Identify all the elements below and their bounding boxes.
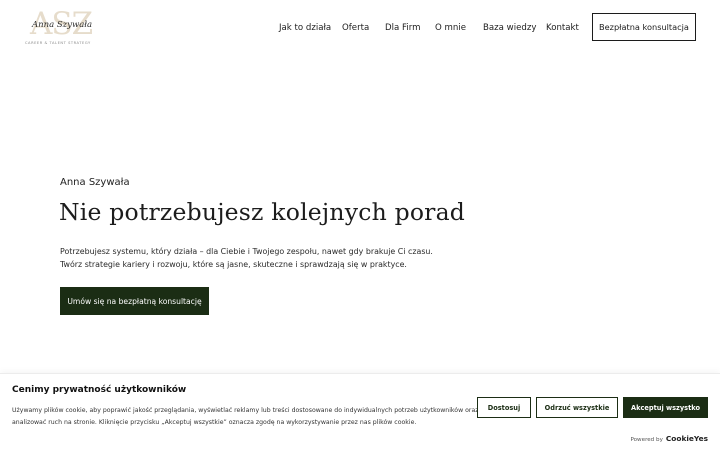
cookie-banner: Cenimy prywatność użytkowników Używamy p… — [0, 373, 720, 450]
logo-tagline: CAREER & TALENT STRATEGY — [25, 41, 91, 45]
hero-description-line: Twórz strategie kariery i rozwoju, które… — [60, 260, 407, 269]
cookie-reject-all-button[interactable]: Odrzuć wszystkie — [536, 397, 618, 418]
powered-by-label: Powered by — [630, 437, 663, 443]
nav-item-baza-wiedzy[interactable]: Baza wiedzy — [483, 20, 536, 36]
nav-item-kontakt[interactable]: Kontakt — [546, 20, 579, 36]
powered-by[interactable]: Powered by CookieYes — [630, 434, 708, 443]
cookie-customize-button[interactable]: Dostosuj — [477, 397, 531, 418]
site-header: ASZ Anna Szywała CAREER & TALENT STRATEG… — [0, 0, 720, 60]
free-consultation-button[interactable]: Bezpłatna konsultacja — [592, 13, 696, 41]
nav-item-oferta[interactable]: Oferta — [342, 20, 369, 36]
book-consultation-button[interactable]: Umów się na bezpłatną konsultację — [60, 287, 209, 315]
cookie-title: Cenimy prywatność użytkowników — [12, 385, 187, 395]
nav-item-jak-to-dziala[interactable]: Jak to działa — [279, 20, 331, 36]
cookieyes-logo: CookieYes — [665, 434, 708, 443]
hero-kicker: Anna Szywała — [60, 177, 130, 188]
nav-item-dla-firm[interactable]: Dla Firm — [385, 20, 420, 36]
cookie-accept-all-button[interactable]: Akceptuj wszystko — [623, 397, 708, 418]
hero-title: Nie potrzebujesz kolejnych porad — [59, 198, 466, 226]
nav-item-o-mnie[interactable]: O mnie — [435, 20, 466, 36]
cookie-text-line: analizować ruch na stronie. Kliknięcie p… — [12, 419, 417, 426]
cookie-text: Używamy plików cookie, aby poprawić jako… — [12, 405, 479, 429]
hero-description-line: Potrzebujesz systemu, który działa – dla… — [60, 247, 433, 256]
hero-description: Potrzebujesz systemu, który działa – dla… — [60, 245, 440, 271]
cookie-text-line: Używamy plików cookie, aby poprawić jako… — [12, 407, 479, 414]
